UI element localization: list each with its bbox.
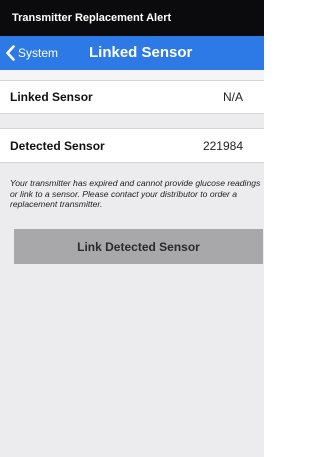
link-detected-sensor-button[interactable]: Link Detected Sensor [14, 229, 263, 264]
section-spacer [0, 70, 264, 80]
detected-sensor-value: 221984 [202, 138, 243, 153]
back-label: System [18, 46, 59, 60]
back-button[interactable]: System [5, 36, 58, 70]
alert-title-bar: Transmitter Replacement Alert [0, 0, 264, 36]
linked-sensor-label: Linked Sensor [10, 90, 93, 104]
chevron-left-icon [5, 45, 16, 61]
navigation-bar: System Linked Sensor [0, 36, 264, 70]
page-title: Linked Sensor [89, 44, 193, 61]
linked-sensor-row: Linked Sensor N/A [0, 80, 264, 114]
alert-title: Transmitter Replacement Alert [12, 12, 172, 24]
linked-sensor-value: N/A [222, 90, 243, 104]
detected-sensor-label: Detected Sensor [10, 138, 105, 153]
detected-sensor-row: Detected Sensor 221984 [0, 128, 264, 163]
screen: Transmitter Replacement Alert System Lin… [0, 0, 264, 457]
expired-transmitter-message: Your transmitter has expired and cannot … [10, 178, 261, 210]
